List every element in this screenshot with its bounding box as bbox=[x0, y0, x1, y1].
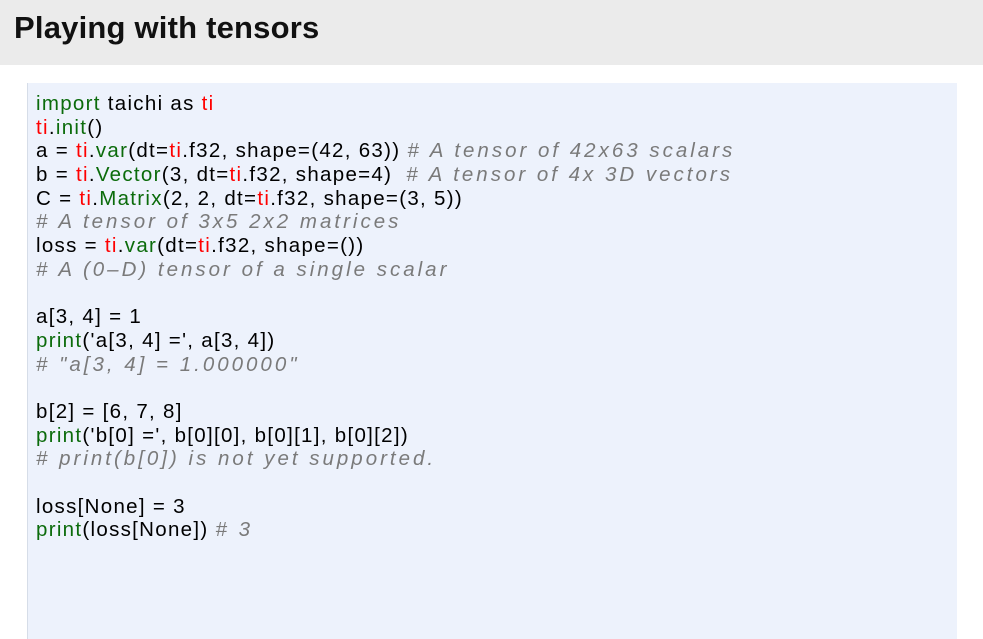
slide-title: Playing with tensors bbox=[14, 10, 320, 45]
code-line-11: print('a[3, 4] =', a[3, 4]) bbox=[36, 329, 735, 353]
code-token: (dt= bbox=[157, 234, 199, 258]
code-token: . bbox=[117, 234, 125, 258]
code-line-18: loss[None] = 3 bbox=[36, 495, 735, 519]
code-token: (dt= bbox=[128, 139, 170, 163]
code-token: Matrix bbox=[99, 186, 163, 210]
code-token: print bbox=[36, 328, 83, 352]
code-line-6: # A tensor of 3x5 2x2 matrices bbox=[36, 210, 735, 234]
code-line-7: loss = ti.var(dt=ti.f32, shape=()) bbox=[36, 234, 735, 258]
code-token: C = bbox=[36, 186, 80, 210]
code-line-4: b = ti.Vector(3, dt=ti.f32, shape=4) # A… bbox=[36, 163, 735, 187]
code-line-1: import taichi as ti bbox=[36, 92, 735, 116]
code-token: ti bbox=[36, 115, 49, 139]
code-token: print bbox=[36, 423, 83, 447]
code-token: ti bbox=[229, 163, 243, 187]
code-line-16: # print(b[0]) is not yet supported. bbox=[36, 447, 735, 471]
code-token: ti bbox=[104, 234, 118, 258]
code-line-19: print(loss[None]) # 3 bbox=[36, 518, 735, 542]
code-token: import bbox=[36, 92, 101, 115]
code-token: taichi as bbox=[100, 92, 202, 115]
code-token: b[2] = [6, 7, 8] bbox=[36, 399, 183, 423]
code-line-8: # A (0–D) tensor of a single scalar bbox=[36, 258, 735, 282]
code-comment: # A tensor of 42x63 scalars bbox=[407, 139, 736, 163]
code-token: init bbox=[55, 115, 88, 139]
code-comment: # A (0–D) tensor of a single scalar bbox=[36, 257, 450, 281]
code-line-3: a = ti.var(dt=ti.f32, shape=(42, 63)) # … bbox=[36, 139, 735, 163]
code-line-14: b[2] = [6, 7, 8] bbox=[36, 400, 735, 424]
code-token: ('a[3, 4] =', a[3, 4]) bbox=[82, 328, 276, 352]
code-token: . bbox=[48, 115, 56, 139]
code-block: import taichi as ti ti.init() a = ti.var… bbox=[36, 92, 735, 542]
code-token: loss = bbox=[36, 234, 105, 258]
code-comment: # 3 bbox=[215, 518, 253, 542]
code-token: ti bbox=[79, 186, 93, 210]
code-comment: # print(b[0]) is not yet supported. bbox=[36, 447, 437, 471]
code-token: ti bbox=[257, 186, 271, 210]
code-token: (loss[None]) bbox=[82, 518, 216, 542]
code-token: var bbox=[124, 234, 158, 258]
code-line-12: # "a[3, 4] = 1.000000" bbox=[36, 353, 735, 377]
code-token: () bbox=[87, 115, 104, 139]
code-token: .f32, shape=(3, 5)) bbox=[270, 186, 463, 210]
code-token: Vector bbox=[95, 163, 162, 187]
code-token: .f32, shape=(42, 63)) bbox=[182, 139, 408, 163]
code-token: ti bbox=[75, 163, 89, 187]
code-token: .f32, shape=()) bbox=[211, 234, 365, 258]
code-token: . bbox=[88, 139, 96, 163]
code-token: a = bbox=[36, 139, 76, 163]
code-token: ti bbox=[169, 139, 183, 163]
code-token: ('b[0] =', b[0][0], b[0][1], b[0][2]) bbox=[82, 423, 409, 447]
code-token: b = bbox=[36, 163, 76, 187]
code-token: ti bbox=[201, 92, 215, 115]
code-token: (2, 2, dt= bbox=[162, 186, 258, 210]
code-line-15: print('b[0] =', b[0][0], b[0][1], b[0][2… bbox=[36, 424, 735, 448]
code-line-2: ti.init() bbox=[36, 116, 735, 140]
code-token: (3, dt= bbox=[161, 163, 230, 187]
code-token: .f32, shape=4) bbox=[242, 163, 407, 187]
code-token: var bbox=[95, 139, 129, 163]
code-line-10: a[3, 4] = 1 bbox=[36, 305, 735, 329]
code-token: loss[None] = 3 bbox=[36, 494, 186, 518]
code-token: . bbox=[88, 163, 96, 187]
code-token: ti bbox=[198, 234, 212, 258]
code-comment: # A tensor of 3x5 2x2 matrices bbox=[36, 210, 402, 234]
code-token: ti bbox=[75, 139, 89, 163]
code-token: a[3, 4] = 1 bbox=[36, 305, 143, 329]
code-comment: # A tensor of 4x 3D vectors bbox=[406, 163, 733, 187]
code-comment: # "a[3, 4] = 1.000000" bbox=[36, 352, 300, 376]
code-token: print bbox=[36, 518, 83, 542]
slide-title-bar: Playing with tensors bbox=[0, 0, 983, 65]
code-line-5: C = ti.Matrix(2, 2, dt=ti.f32, shape=(3,… bbox=[36, 187, 735, 211]
